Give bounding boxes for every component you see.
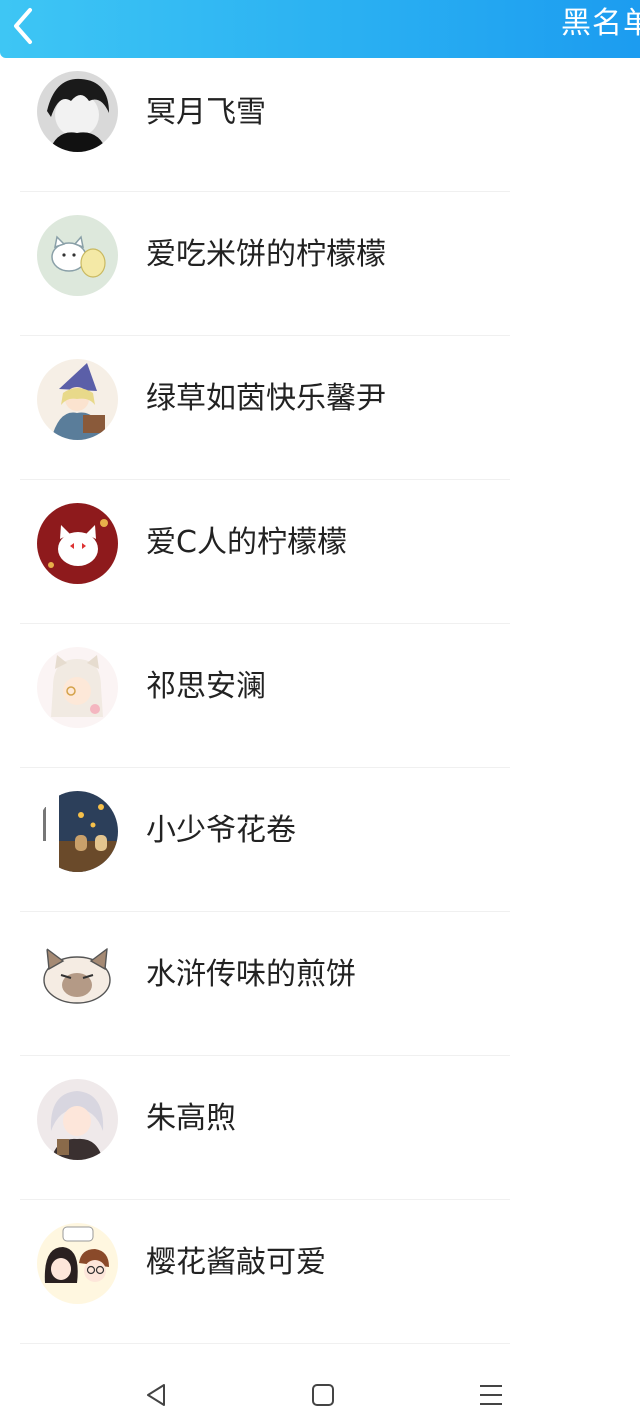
avatar [37,215,118,296]
menu-lines-icon [480,1385,502,1405]
avatar [37,503,118,584]
list-item[interactable]: 朱高煦 [0,1056,640,1200]
avatar [37,71,118,152]
nav-home-button[interactable] [303,1377,343,1413]
list-item[interactable]: 绿草如茵快乐馨尹 [0,336,640,480]
nav-back-button[interactable] [137,1377,177,1413]
avatar [37,359,118,440]
triangle-back-icon [147,1384,165,1406]
divider [20,1343,510,1344]
list-item[interactable]: 樱花酱敲可爱 [0,1200,640,1344]
chevron-left-icon [14,8,32,44]
nav-menu-button[interactable] [471,1377,511,1413]
list-item[interactable]: 水浒传味的煎饼 [0,912,640,1056]
list-item[interactable]: 爱C人的柠檬檬 [0,480,640,624]
contact-name: 樱花酱敲可爱 [146,1245,326,1280]
back-button[interactable] [4,6,44,46]
header-bar: 黑名单 [0,0,640,58]
blacklist: 冥月飞雪 爱吃米饼的柠檬檬 绿草如茵快乐馨尹 爱C人的柠檬檬 祁思安澜 小少爷花… [0,58,640,1344]
list-item[interactable]: 小少爷花卷 [0,768,640,912]
contact-name: 小少爷花卷 [146,813,296,848]
list-item[interactable]: 冥月飞雪 [0,58,640,192]
contact-name: 祁思安澜 [146,669,266,704]
avatar [37,1223,118,1304]
contact-name: 冥月飞雪 [146,95,266,130]
avatar [37,647,118,728]
contact-name: 爱C人的柠檬檬 [146,525,347,560]
list-item[interactable]: 祁思安澜 [0,624,640,768]
contact-name: 水浒传味的煎饼 [146,957,356,992]
list-item[interactable]: 爱吃米饼的柠檬檬 [0,192,640,336]
system-nav-bar [0,1367,640,1423]
contact-name: 绿草如茵快乐馨尹 [146,381,386,416]
page-title: 黑名单 [561,6,640,41]
contact-name: 朱高煦 [146,1101,236,1136]
avatar [37,1079,118,1160]
contact-name: 爱吃米饼的柠檬檬 [146,237,386,272]
avatar [37,791,118,872]
square-home-icon [312,1384,334,1406]
avatar [37,935,118,1016]
